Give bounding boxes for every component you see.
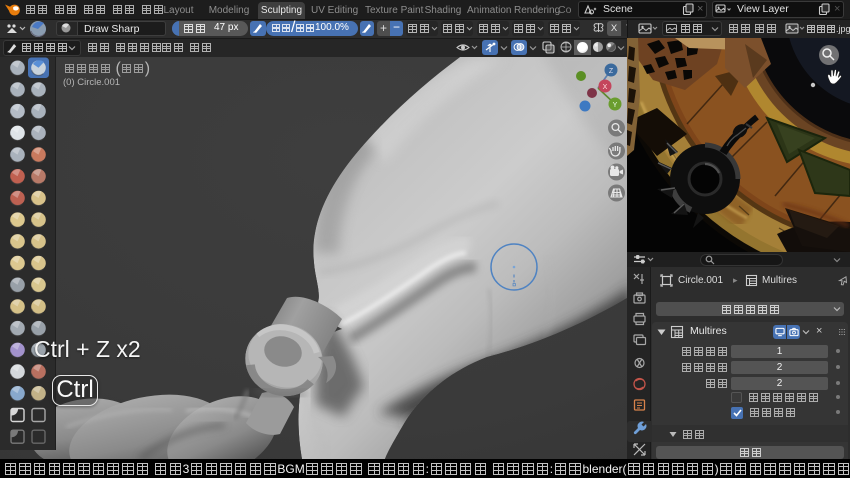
svg-text:X: X	[603, 84, 608, 91]
svg-text:Y: Y	[613, 102, 618, 109]
svg-text:Z: Z	[609, 68, 614, 75]
